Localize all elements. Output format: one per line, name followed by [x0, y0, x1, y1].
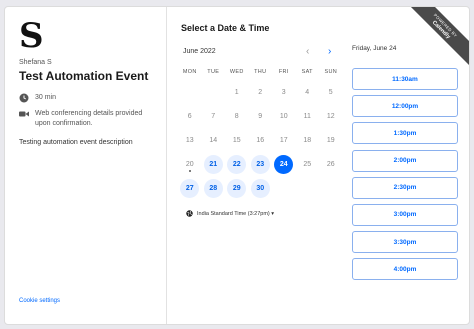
duration-row: 30 min — [19, 93, 56, 103]
chevron-right-icon[interactable]: › — [328, 46, 331, 57]
weekday-label: SUN — [324, 69, 337, 75]
calendar-day[interactable]: 29 — [227, 179, 247, 198]
time-slot-list: 11:30am 12:00pm 1:30pm 2:00pm 2:30pm 3:00pm 3:… — [352, 68, 458, 286]
time-slot-button[interactable]: 12:00pm — [352, 95, 458, 118]
calendar-day: 10 — [279, 113, 288, 120]
weekday-label: SAT — [301, 69, 313, 75]
calendar-day: 5 — [328, 89, 333, 96]
calendar-empty-cell — [180, 83, 199, 102]
calendar-day[interactable]: 30 — [250, 179, 270, 198]
time-slot-button[interactable]: 4:00pm — [352, 258, 458, 281]
calendar-day: 18 — [303, 137, 312, 144]
video-camera-icon — [19, 111, 29, 117]
weekday-label: TUE — [207, 69, 220, 75]
location-row: Web conferencing details provided upon c… — [19, 109, 159, 129]
calendar-day: 3 — [281, 89, 286, 96]
weekday-label: MON — [182, 69, 197, 75]
calendar-day[interactable]: 23 — [250, 155, 270, 174]
calendar-day: 6 — [187, 113, 192, 120]
event-details-panel: S Shefana S Test Automation Event 30 min… — [5, 7, 167, 324]
calendar-day: 20 — [180, 155, 199, 174]
calendar-empty-cell — [321, 179, 340, 198]
host-name: Shefana S — [19, 59, 52, 66]
event-title: Test Automation Event — [19, 69, 149, 83]
calendar-day: 13 — [185, 137, 194, 144]
calendar-day: 19 — [326, 137, 335, 144]
calendar-empty-cell — [204, 83, 223, 102]
time-slots-panel: Friday, June 24 11:30am 12:00pm 1:30pm 2:00… — [348, 7, 469, 324]
calendar-grid: 1 2 3 4 5 6 7 8 9 10 11 12 13 14 15 16 17 18 19 20 21 22 23 24 2… — [178, 83, 348, 198]
calendar-day[interactable]: 27 — [180, 179, 200, 198]
event-description: Testing automation event description — [19, 139, 133, 146]
duration-text: 30 min — [35, 94, 57, 101]
location-text: Web conferencing details provided upon c… — [35, 110, 143, 127]
booking-card: S Shefana S Test Automation Event 30 min… — [4, 6, 470, 325]
time-slot-button[interactable]: 3:00pm — [352, 203, 458, 226]
cookie-settings-link[interactable]: Cookie settings — [19, 298, 60, 304]
timezone-selector[interactable]: India Standard Time (3:27pm) ▾ — [186, 210, 274, 217]
clock-icon — [19, 93, 29, 103]
month-label: June 2022 — [183, 48, 216, 55]
weekday-label: WED — [229, 69, 244, 75]
time-slot-button[interactable]: 3:30pm — [352, 231, 458, 254]
calendar-day[interactable]: 28 — [203, 179, 223, 198]
calendar-day[interactable]: 22 — [227, 155, 247, 174]
weekday-label: FRI — [278, 69, 289, 75]
select-date-heading: Select a Date & Time — [181, 23, 270, 33]
weekday-header: MON TUE WED THU FRI SAT SUN — [178, 69, 348, 75]
calendar-day: 12 — [326, 113, 335, 120]
calendar-day: 14 — [209, 137, 218, 144]
globe-icon — [186, 210, 193, 217]
calendar-empty-cell — [274, 179, 293, 198]
time-slot-button[interactable]: 2:30pm — [352, 176, 458, 199]
calendar-day: 7 — [211, 113, 216, 120]
calendar-day: 26 — [326, 161, 335, 168]
company-logo: S — [19, 16, 44, 56]
timezone-label: India Standard Time (3:27pm) ▾ — [197, 210, 275, 217]
calendar-day: 11 — [303, 113, 311, 120]
calendar-day: 8 — [234, 113, 239, 120]
calendar-day: 4 — [305, 89, 310, 96]
calendar-day: 25 — [303, 161, 312, 168]
calendar: MON TUE WED THU FRI SAT SUN 1 2 3 4 5 6 7 8 9 10 11 12 13 1… — [178, 69, 348, 198]
selected-date-label: Friday, June 24 — [352, 45, 397, 52]
calendar-day: 2 — [258, 89, 263, 96]
calendar-day: 15 — [232, 137, 241, 144]
calendar-empty-cell — [298, 179, 317, 198]
calendar-day[interactable]: 24 — [274, 155, 294, 174]
weekday-label: THU — [254, 69, 267, 75]
calendar-day: 17 — [279, 137, 288, 144]
calendar-day: 1 — [234, 89, 239, 96]
time-slot-button[interactable]: 11:30am — [352, 68, 458, 90]
calendar-day: 9 — [258, 113, 263, 120]
calendar-day[interactable]: 21 — [203, 155, 223, 174]
calendar-day: 16 — [256, 137, 265, 144]
time-slot-button[interactable]: 2:00pm — [352, 149, 458, 172]
chevron-left-icon[interactable]: ‹ — [306, 46, 309, 57]
time-slot-button[interactable]: 1:30pm — [352, 122, 458, 145]
